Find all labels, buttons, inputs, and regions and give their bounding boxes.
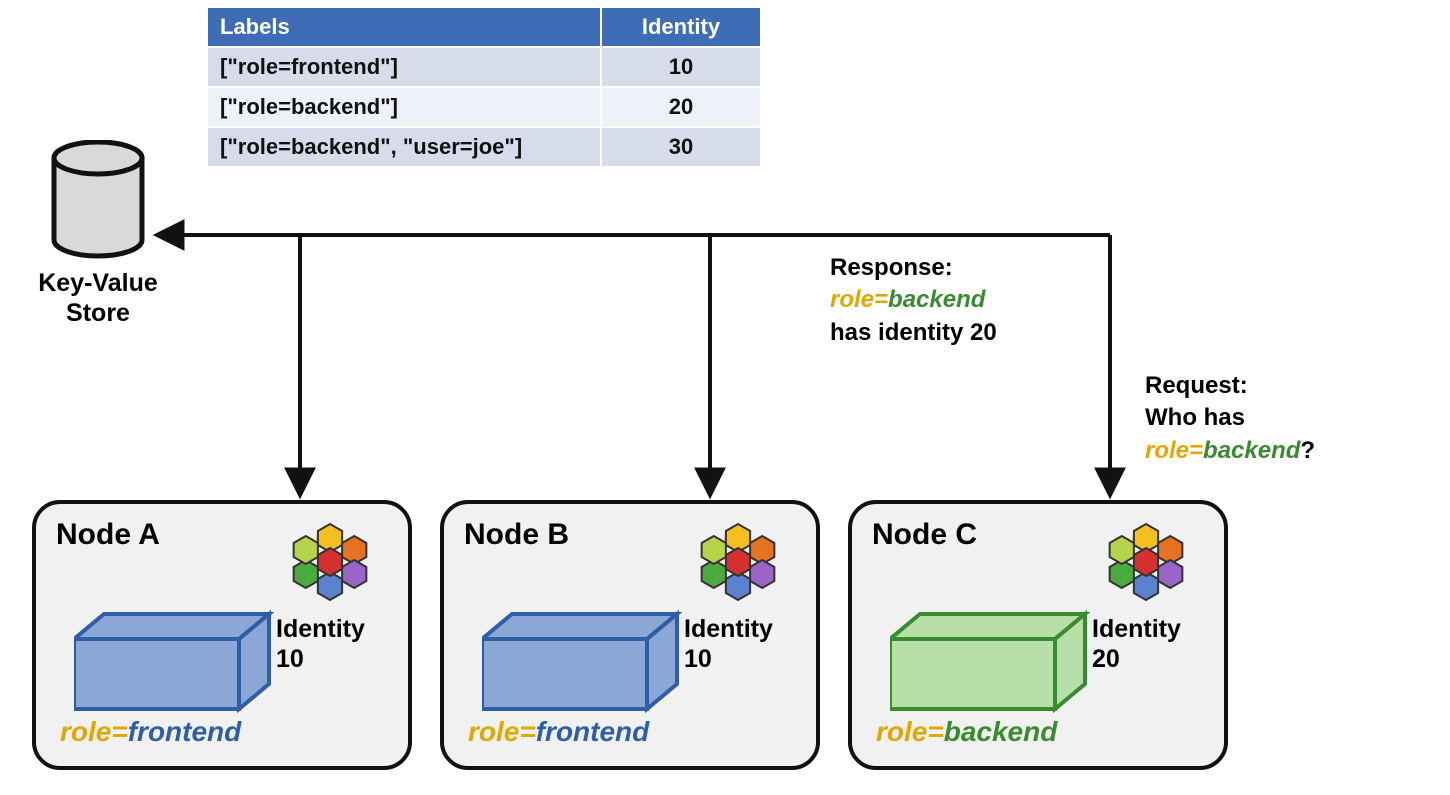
table-cell-identity: 20: [601, 87, 761, 127]
database-icon: [48, 140, 148, 260]
table-cell-identity: 30: [601, 127, 761, 167]
table-row: ["role=backend", "user=joe"] 30: [207, 127, 761, 167]
cuboid-icon: [482, 609, 682, 724]
hex-cluster-icon: [1098, 514, 1194, 615]
node-a-card: Node A Identity 10 role=frontend: [32, 500, 412, 770]
request-qmark: ?: [1300, 437, 1315, 464]
hex-cluster-icon: [282, 514, 378, 615]
table-header-labels: Labels: [207, 7, 601, 47]
node-b-role: role=frontend: [468, 716, 649, 748]
table-header-identity: Identity: [601, 7, 761, 47]
table-row: ["role=frontend"] 10: [207, 47, 761, 87]
kv-store-label-line2: Store: [66, 299, 130, 327]
response-eq: =: [874, 286, 888, 313]
response-line3: has identity 20: [830, 317, 997, 349]
node-c-role: role=backend: [876, 716, 1057, 748]
response-line1: Response:: [830, 252, 997, 284]
request-role-value: backend: [1203, 437, 1300, 464]
request-line1: Request:: [1145, 370, 1315, 402]
node-c-card: Node C Identity 20 role=backend: [848, 500, 1228, 770]
request-line2: Who has: [1145, 402, 1315, 434]
cuboid-icon: [74, 609, 274, 724]
hex-cluster-icon: [690, 514, 786, 615]
node-b-card: Node B Identity 10 role=frontend: [440, 500, 820, 770]
response-role-key: role: [830, 286, 874, 313]
node-a-identity: Identity 10: [276, 614, 365, 674]
response-text: Response: role=backend has identity 20: [830, 252, 997, 349]
table-cell-labels: ["role=frontend"]: [207, 47, 601, 87]
cuboid-icon: [890, 609, 1090, 724]
table-cell-identity: 10: [601, 47, 761, 87]
request-eq: =: [1189, 437, 1203, 464]
response-role-value: backend: [888, 286, 985, 313]
node-b-title: Node B: [464, 518, 569, 552]
request-text: Request: Who has role=backend?: [1145, 370, 1315, 467]
node-c-title: Node C: [872, 518, 977, 552]
table-cell-labels: ["role=backend"]: [207, 87, 601, 127]
node-a-role: role=frontend: [60, 716, 241, 748]
node-c-identity: Identity 20: [1092, 614, 1181, 674]
node-b-identity: Identity 10: [684, 614, 773, 674]
table-cell-labels: ["role=backend", "user=joe"]: [207, 127, 601, 167]
kv-store-label-line1: Key-Value: [38, 269, 158, 297]
key-value-store: Key-Value Store: [33, 140, 163, 328]
request-role-key: role: [1145, 437, 1189, 464]
labels-identity-table: Labels Identity ["role=frontend"] 10 ["r…: [206, 6, 762, 168]
table-row: ["role=backend"] 20: [207, 87, 761, 127]
node-a-title: Node A: [56, 518, 160, 552]
